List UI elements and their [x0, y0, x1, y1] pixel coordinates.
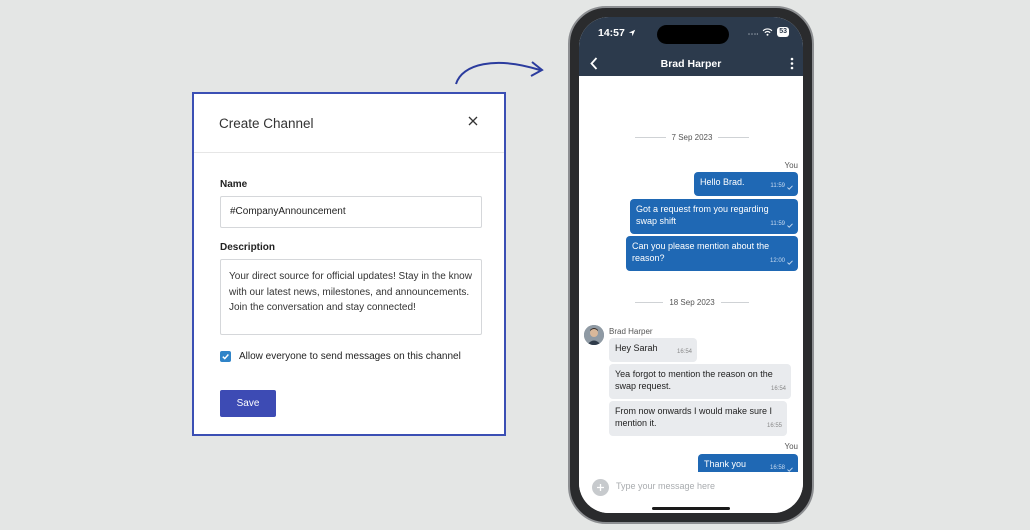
date-separator: 7 Sep 2023 — [635, 133, 749, 142]
name-input[interactable]: #CompanyAnnouncement — [220, 196, 482, 228]
message-text: Yea forgot to mention the reason on the … — [615, 369, 773, 391]
date-separator-text: 7 Sep 2023 — [671, 133, 713, 142]
message-time: 11:59 — [770, 183, 785, 190]
name-label: Name — [220, 179, 248, 190]
message-time: 16:54 — [770, 386, 786, 393]
you-label: You — [784, 442, 799, 451]
message-incoming[interactable]: Yea forgot to mention the reason on the … — [609, 364, 791, 399]
more-vertical-icon[interactable] — [790, 57, 794, 70]
message-time: 11:59 — [770, 221, 785, 228]
message-outgoing[interactable]: Got a request from you regarding swap sh… — [630, 199, 798, 234]
sent-check-icon — [787, 467, 793, 472]
avatar[interactable] — [584, 325, 604, 345]
date-separator: 18 Sep 2023 — [635, 298, 749, 307]
chat-screen: 14:57 53 Brad Harper 7 Sep 2023 You Hell… — [579, 17, 803, 513]
phone-frame: 14:57 53 Brad Harper 7 Sep 2023 You Hell… — [568, 6, 814, 524]
message-time: 16:55 — [766, 423, 782, 430]
allow-everyone-checkbox[interactable] — [220, 351, 231, 362]
message-meta: 11:59 — [770, 181, 793, 193]
message-meta: 12:00 — [770, 256, 793, 268]
curved-arrow-icon — [455, 61, 544, 85]
message-time: 12:00 — [769, 258, 785, 265]
message-text: From now onwards I would make sure I men… — [615, 406, 773, 428]
sender-name: Brad Harper — [609, 327, 653, 336]
contact-name: Brad Harper — [660, 58, 722, 70]
chat-header: 14:57 53 Brad Harper — [579, 17, 803, 76]
save-button[interactable]: Save — [220, 390, 276, 417]
description-label: Description — [220, 242, 276, 253]
message-text: Hello Brad. — [700, 177, 745, 187]
message-outgoing[interactable]: Can you please mention about the reason?… — [626, 236, 798, 271]
message-text: Hey Sarah — [615, 343, 658, 353]
message-time: 16:54 — [676, 349, 692, 356]
add-attachment-button[interactable] — [592, 479, 609, 496]
checkmark-icon — [222, 354, 229, 360]
status-time: 14:57 — [598, 27, 636, 39]
user-avatar-icon — [584, 325, 604, 345]
message-incoming[interactable]: Hey Sarah 16:54 — [609, 338, 697, 362]
message-text: Can you please mention about the reason? — [632, 241, 770, 263]
wifi-icon — [762, 28, 773, 36]
allow-everyone-label: Allow everyone to send messages on this … — [239, 351, 461, 362]
message-meta: 11:59 — [770, 219, 793, 231]
message-text: Got a request from you regarding swap sh… — [636, 204, 769, 226]
message-incoming[interactable]: From now onwards I would make sure I men… — [609, 401, 787, 436]
dynamic-island — [657, 25, 729, 44]
message-outgoing[interactable]: Hello Brad. 11:59 — [694, 172, 798, 196]
sent-check-icon — [787, 223, 793, 228]
location-arrow-icon — [628, 30, 635, 37]
status-icons: 53 — [748, 27, 789, 37]
dialog-header: Create Channel — [194, 94, 504, 153]
create-channel-dialog: Create Channel Name #CompanyAnnouncement… — [192, 92, 506, 436]
description-textarea[interactable]: Your direct source for official updates!… — [220, 259, 482, 335]
battery-indicator: 53 — [777, 27, 789, 37]
you-label: You — [784, 161, 799, 170]
plus-icon — [597, 484, 604, 491]
close-icon[interactable] — [466, 114, 480, 128]
home-indicator — [652, 507, 730, 510]
sent-check-icon — [787, 185, 793, 190]
signal-icon — [748, 33, 759, 35]
sent-check-icon — [787, 260, 793, 265]
message-text: Thank you — [704, 459, 747, 469]
message-input[interactable] — [616, 481, 786, 491]
dialog-title: Create Channel — [219, 116, 314, 131]
date-separator-text: 18 Sep 2023 — [669, 298, 715, 307]
status-time-text: 14:57 — [598, 27, 625, 39]
